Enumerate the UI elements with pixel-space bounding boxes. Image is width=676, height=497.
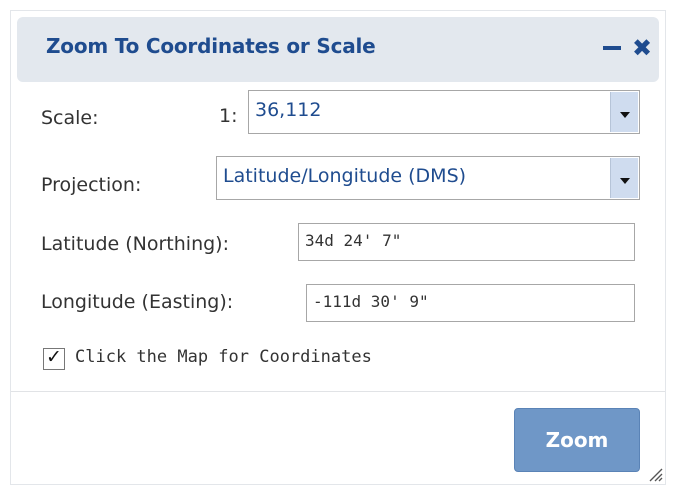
minimize-bar [603,46,621,50]
click-map-checkbox[interactable]: ✓ [43,346,65,370]
chevron-down-icon [620,178,630,184]
chevron-down-icon [620,112,630,118]
dialog-titlebar[interactable]: Zoom To Coordinates or Scale ✖ [17,17,659,82]
scale-dropdown-arrow[interactable] [610,92,638,132]
latitude-label: Latitude (Northing): [41,233,229,255]
longitude-label: Longitude (Easting): [41,291,234,313]
scale-combobox[interactable]: 36,112 [248,90,640,134]
close-icon[interactable]: ✖ [629,35,655,61]
minimize-icon[interactable] [599,35,625,61]
click-map-label[interactable]: Click the Map for Coordinates [75,347,372,367]
longitude-input[interactable]: -111d 30' 9" [306,284,635,322]
resize-grip-icon[interactable] [647,466,663,482]
projection-label: Projection: [41,174,142,196]
dialog-title: Zoom To Coordinates or Scale [46,34,376,58]
projection-select[interactable]: Latitude/Longitude (DMS) [216,156,640,200]
latitude-input[interactable]: 34d 24' 7" [298,223,635,261]
projection-value: Latitude/Longitude (DMS) [223,165,467,187]
scale-label: Scale: [41,107,99,129]
footer-divider [11,391,665,392]
checkmark-icon: ✓ [46,346,62,368]
projection-dropdown-arrow[interactable] [610,158,638,198]
scale-value: 36,112 [255,99,322,121]
scale-prefix: 1: [219,105,238,127]
zoom-to-coordinates-dialog: Zoom To Coordinates or Scale ✖ Scale: 1:… [10,10,666,485]
zoom-button[interactable]: Zoom [514,408,640,472]
